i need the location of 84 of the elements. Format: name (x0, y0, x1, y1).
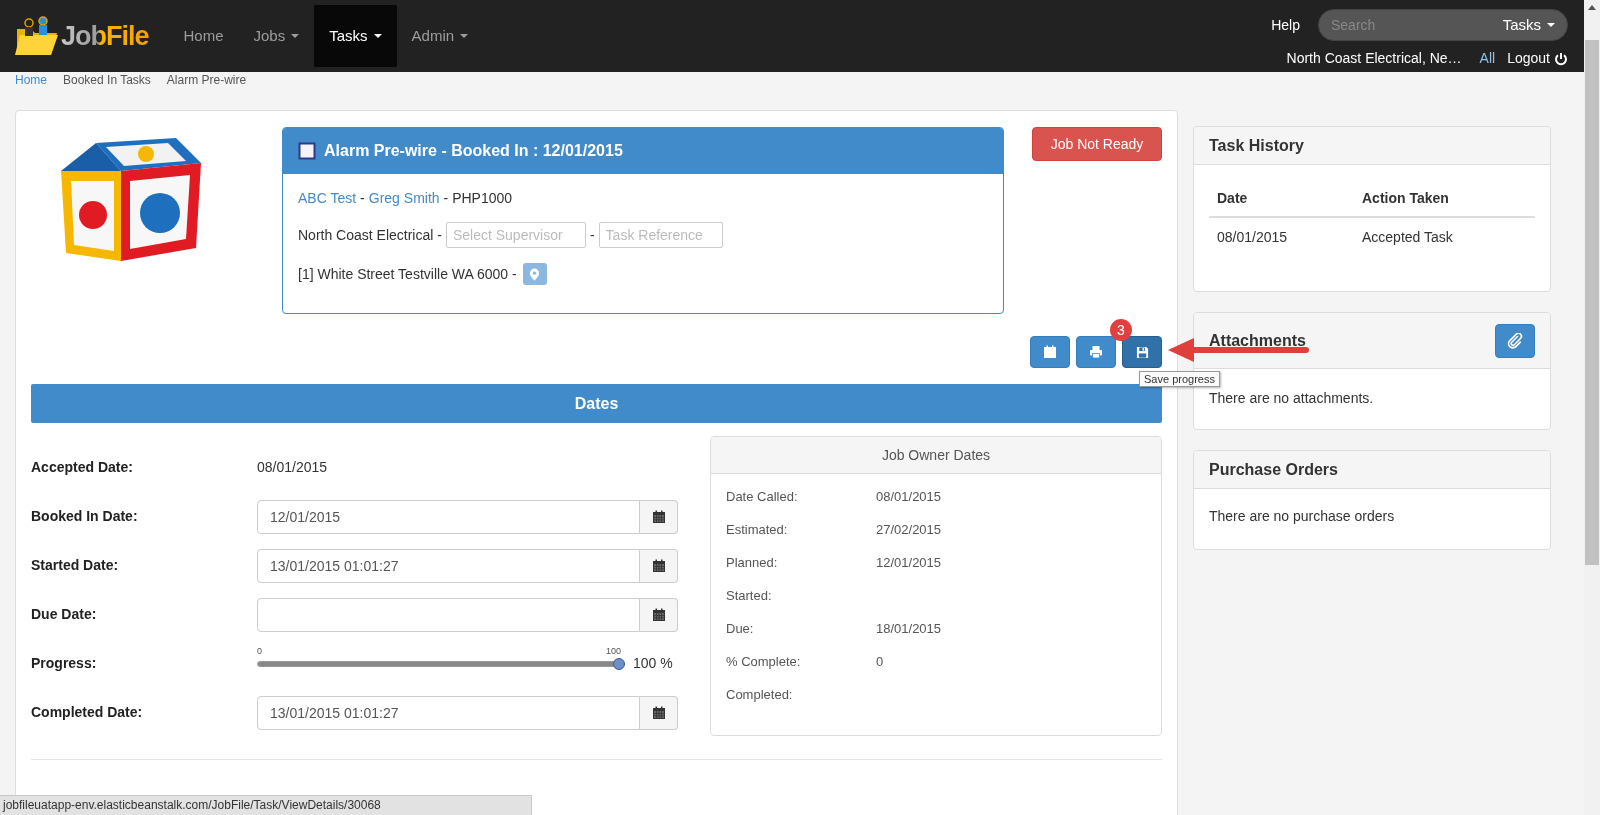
nav-tab[interactable]: Jobs (238, 5, 315, 67)
breadcrumb-item: Booked In Tasks (63, 73, 151, 87)
date-field[interactable]: 12/01/2015 (257, 499, 640, 534)
field-label: Completed: (726, 685, 794, 704)
text-link[interactable]: Greg Smith (368, 187, 440, 209)
date-field[interactable] (257, 597, 640, 632)
empty-message: There are no purchase orders (1208, 507, 1396, 526)
job-not-ready-button[interactable]: Job Not Ready (1032, 127, 1162, 161)
field-label: Booked In Date: (31, 507, 139, 526)
text-link[interactable]: ABC Test (298, 187, 357, 209)
folder-logo-icon (14, 15, 60, 57)
field-label: % Complete: (726, 652, 802, 671)
calendar-button[interactable] (640, 597, 678, 632)
progress-slider[interactable] (257, 657, 625, 671)
section-header: Dates (31, 384, 1162, 423)
field-label: Started: (726, 586, 773, 605)
power-icon (1554, 51, 1568, 66)
nav-tab[interactable]: Tasks (314, 5, 397, 67)
nav-tab[interactable]: Home (168, 5, 239, 67)
field-value: 08/01/2015 (876, 487, 942, 506)
slider-min-label: 0 (257, 646, 262, 656)
field-label: Due: (726, 619, 755, 638)
company-text: North Coast Electrical - (298, 225, 442, 245)
status-bar: jobfileuatapp-env.elasticbeanstalk.com/JobFile/Task/ViewDetails/30068 (0, 795, 532, 815)
search-scope-dropdown[interactable]: Tasks (1502, 13, 1555, 37)
map-pin-icon (529, 267, 541, 281)
calendar-icon (651, 705, 666, 720)
all-link[interactable]: All (1479, 48, 1496, 69)
date-field[interactable]: 13/01/2015 01:01:27 (257, 548, 640, 583)
field-label: Date Called: (726, 487, 799, 506)
task-reference-field[interactable]: Task Reference (598, 222, 723, 248)
supervisor-field[interactable]: Select Supervisor (445, 222, 586, 248)
slider-max-label: 100 (605, 646, 621, 656)
field-label: Due Date: (31, 605, 98, 624)
tooltip: Save progress (1139, 371, 1220, 387)
task-icon (298, 142, 316, 160)
address-text: [1] White Street Testville WA 6000 - (298, 264, 517, 284)
panel-title: Attachments (1209, 330, 1306, 351)
calendar-icon (651, 509, 666, 524)
date-field[interactable]: 13/01/2015 01:01:27 (257, 695, 640, 730)
field-label: Estimated: (726, 520, 789, 539)
nav-tab[interactable]: Admin (396, 5, 484, 67)
calendar-icon (651, 558, 666, 573)
column-header: Date (1216, 189, 1249, 208)
notification-badge: 3 (1110, 319, 1132, 341)
card-title: Alarm Pre-wire - Booked In : 12/01/2015 (324, 141, 623, 161)
calendar-icon (651, 607, 666, 622)
company-name: North Coast Electrical, Ne… (1286, 49, 1462, 68)
table-cell-text: 08/01/2015 (1216, 227, 1289, 247)
paperclip-icon (1507, 332, 1523, 349)
table-cell-text: Accepted Task (1361, 227, 1454, 247)
field-value: 0 (876, 652, 884, 671)
field-label: Started Date: (31, 556, 120, 575)
column-header: Action Taken (1361, 189, 1450, 208)
print-button[interactable] (1076, 336, 1116, 368)
field-value: 08/01/2015 (257, 458, 328, 477)
field-value: 27/02/2015 (876, 520, 942, 539)
panel-title: Task History (1209, 135, 1304, 156)
panel-title: Job Owner Dates (711, 437, 1161, 474)
field-label: Progress: (31, 654, 98, 673)
field-value: 18/01/2015 (876, 619, 942, 638)
attach-button[interactable] (1495, 323, 1535, 358)
progress-value: 100 % (633, 655, 673, 671)
field-label: Completed Date: (31, 703, 144, 722)
logout-link[interactable]: Logout (1507, 48, 1568, 69)
save-button[interactable] (1122, 336, 1162, 368)
printer-icon (1089, 345, 1103, 359)
help-link[interactable]: Help (1271, 14, 1300, 36)
calendar-button[interactable] (640, 499, 678, 534)
caret-icon (373, 34, 382, 38)
field-label: Accepted Date: (31, 458, 134, 477)
calendar-icon (1043, 345, 1057, 359)
caret-icon (291, 34, 300, 38)
calendar-button[interactable] (640, 548, 678, 583)
breadcrumb-item: Alarm Pre-wire (166, 73, 247, 87)
text: - (360, 188, 365, 208)
panel-title: Purchase Orders (1209, 459, 1338, 480)
caret-icon (1547, 23, 1555, 27)
field-label: Planned: (726, 553, 779, 572)
separator-text: - (589, 225, 595, 245)
text: - PHP1000 (443, 188, 513, 208)
caret-icon (460, 34, 469, 38)
calendar-button[interactable] (640, 695, 678, 730)
field-value: 12/01/2015 (876, 553, 942, 572)
